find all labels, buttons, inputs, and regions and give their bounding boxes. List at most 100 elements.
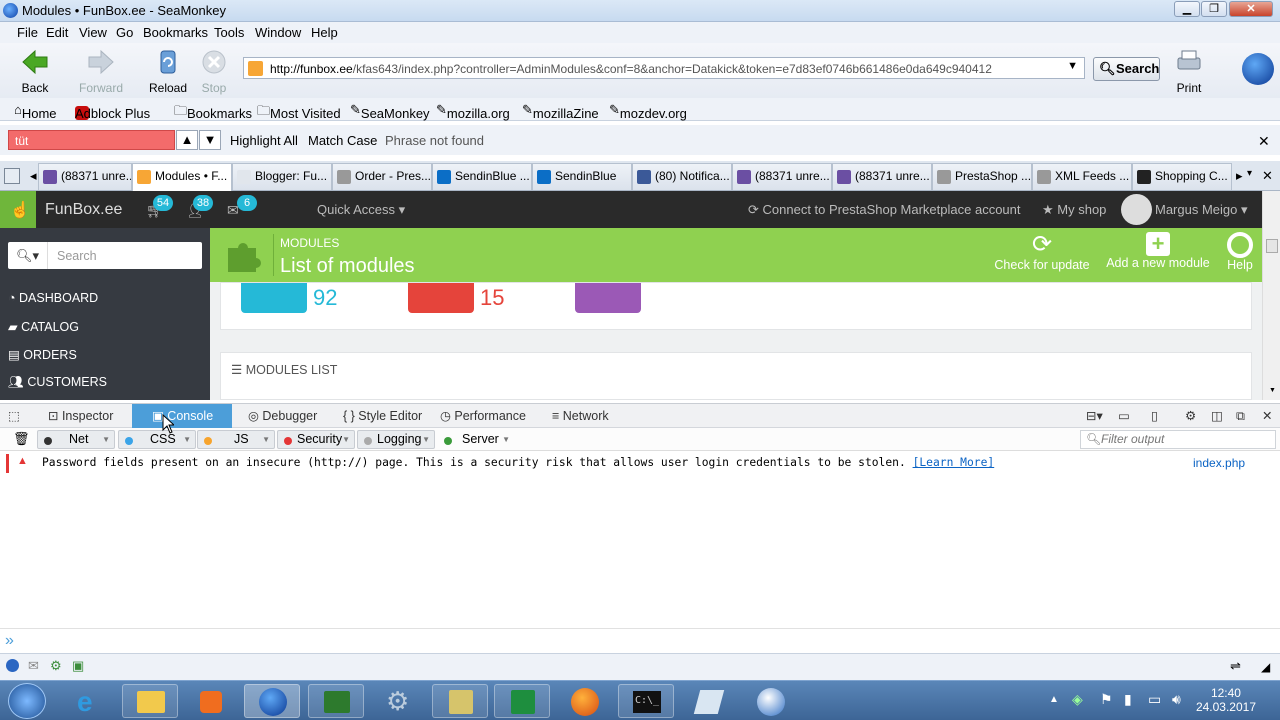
url-dropdown-icon[interactable]: ▼ [1067,60,1078,72]
element-picker-icon[interactable]: ⬚ [8,404,26,428]
check-update-button[interactable]: ⟳ Check for update [994,232,1090,273]
menu-view[interactable]: View [79,25,107,40]
url-bar[interactable]: http://funbox.ee/kfas643/index.php?contr… [243,57,1085,79]
bookmark-seamonkey[interactable]: ✎ SeaMonkey [350,102,430,121]
taskbar-clock[interactable]: 12:40 24.03.2017 [1196,686,1256,714]
taskbar-media-icon[interactable] [182,684,238,718]
filter-security-button[interactable]: Security ▼ [277,430,355,449]
tab-item[interactable]: SendinBlue [532,163,632,190]
user-menu[interactable]: Margus Meigo ▾ [1155,202,1248,218]
tab-item[interactable]: (88371 unre... [732,163,832,190]
close-find-bar-icon[interactable]: ✕ [1258,133,1270,150]
all-tabs-dropdown-icon[interactable]: ▾ [1247,168,1252,179]
start-button[interactable] [8,683,46,719]
taskbar-editor-icon[interactable] [432,684,488,718]
scroll-tabs-left-icon[interactable]: ◂ [30,168,37,184]
settings-gear-icon[interactable]: ⚙ [1185,404,1196,428]
tray-app-icon[interactable]: ◈ [1072,691,1083,708]
marketplace-link[interactable]: ⟳ Connect to PrestaShop Marketplace acco… [748,202,1021,218]
admin-search-input[interactable]: Search [57,249,97,263]
mail-icon[interactable]: ✉ [28,658,39,674]
taskbar-network-icon[interactable] [742,684,798,718]
tray-expand-icon[interactable]: ▲ [1049,694,1059,705]
help-button[interactable]: Help [1222,232,1258,272]
menu-file[interactable]: File [17,25,38,40]
bookmark-mozillazine[interactable]: ✎ mozillaZine [522,102,599,121]
tab-item[interactable]: XML Feeds ... [1032,163,1132,190]
bookmark-folder-bookmarks[interactable]: 🗀 Bookmarks [174,102,252,124]
composer-icon[interactable]: ▣ [72,658,84,674]
taskbar-seamonkey-icon[interactable] [244,684,300,718]
prestashop-logo-icon[interactable]: ☝ [0,191,36,228]
taskbar-firefox-icon[interactable] [556,684,612,718]
find-next-button[interactable]: ▼ [199,130,221,150]
responsive-mode-icon[interactable]: ▯ [1151,404,1158,428]
dock-side-icon[interactable]: ◫ [1211,404,1223,428]
quick-access-menu[interactable]: Quick Access ▾ [317,202,405,218]
taskbar-cmd-icon[interactable]: C:\_ [618,684,674,718]
tab-item[interactable]: Shopping C... [1132,163,1232,190]
avatar[interactable] [1121,194,1152,225]
find-previous-button[interactable]: ▲ [176,130,198,150]
close-tab-icon[interactable]: ✕ [1262,168,1273,184]
menu-window[interactable]: Window [255,25,301,40]
highlight-all-button[interactable]: Highlight All [230,133,298,148]
sidebar-item-orders[interactable]: ▤ ORDERS [8,347,77,362]
tab-network[interactable]: ≡ Network [552,404,609,428]
menu-go[interactable]: Go [116,25,133,40]
tab-item[interactable]: SendinBlue ... [432,163,532,190]
tab-list-icon[interactable] [4,168,20,184]
filter-server-button[interactable]: Server ▼ [437,430,515,449]
close-devtools-icon[interactable]: ✕ [1262,404,1272,428]
tray-flag-icon[interactable]: ⚑ [1100,691,1113,708]
scrollbar-thumb[interactable] [1266,239,1278,253]
forward-button[interactable]: Forward [78,47,124,95]
tray-network-icon[interactable]: ▭ [1148,691,1161,708]
tab-item[interactable]: (88371 unre... [38,163,132,190]
restore-button[interactable]: ❐ [1201,1,1227,17]
taskbar-terminal-icon[interactable] [308,684,364,718]
clear-console-trash-icon[interactable]: 🗑︎ [13,431,30,447]
tab-debugger[interactable]: ◎ Debugger [248,404,317,428]
page-scrollbar[interactable]: ▼ [1262,191,1280,400]
resize-grip-icon[interactable]: ◢ [1261,660,1270,674]
menu-bookmarks[interactable]: Bookmarks [143,25,208,40]
minimize-button[interactable]: ▁ [1174,1,1200,17]
filter-output-input[interactable]: 🔍︎ Filter output [1080,430,1276,449]
tray-volume-icon[interactable]: 🔊︎ [1172,691,1181,708]
tab-item[interactable]: PrestaShop ... [932,163,1032,190]
tab-item[interactable]: Blogger: Fu... [232,163,332,190]
taskbar-ie-icon[interactable]: e [62,684,118,718]
match-case-button[interactable]: Match Case [308,133,377,148]
taskbar-notepad-icon[interactable] [680,684,736,718]
tab-inspector[interactable]: ⊡ Inspector [48,404,113,428]
stop-button[interactable]: Stop [198,47,230,95]
url-text[interactable]: http://funbox.ee/kfas643/index.php?contr… [270,62,992,76]
taskbar-spreadsheet-icon[interactable] [494,684,550,718]
scroll-down-arrow-icon[interactable]: ▼ [1269,387,1276,394]
bookmark-folder-most-visited[interactable]: 🗀 Most Visited [257,102,341,124]
message-source-link[interactable]: index.php [1193,456,1245,470]
addon-icon[interactable]: ⚙ [50,658,62,674]
print-button[interactable]: Print [1170,47,1208,95]
my-shop-link[interactable]: ★ My shop [1042,202,1106,218]
split-console-icon[interactable]: ⊟▾ [1086,404,1103,428]
search-button[interactable]: 🔍︎ Search [1093,57,1160,81]
menu-tools[interactable]: Tools [214,25,244,40]
bookmark-mozdev[interactable]: ✎ mozdev.org [609,102,687,121]
reload-button[interactable]: Reload [148,47,188,95]
tab-console[interactable]: ▣ Console [132,404,232,428]
back-button[interactable]: Back [14,47,56,95]
online-status-icon[interactable] [6,659,19,672]
taskbar-settings-icon[interactable]: ⚙ [370,684,426,718]
find-input[interactable]: tüt [8,130,175,150]
add-module-button[interactable]: + Add a new module [1104,232,1212,271]
tab-item[interactable]: (88371 unre... [832,163,932,190]
close-window-button[interactable]: ✕ [1229,1,1273,17]
scroll-tabs-right-icon[interactable]: ▸ [1236,168,1243,184]
filter-js-button[interactable]: JS ▼ [197,430,275,449]
breadcrumb[interactable]: MODULES [280,236,339,250]
tab-item[interactable]: Order - Pres... [332,163,432,190]
tab-style-editor[interactable]: { } Style Editor [343,404,422,428]
sidebar-item-dashboard[interactable]: ◔ DASHBOARD [8,291,98,305]
